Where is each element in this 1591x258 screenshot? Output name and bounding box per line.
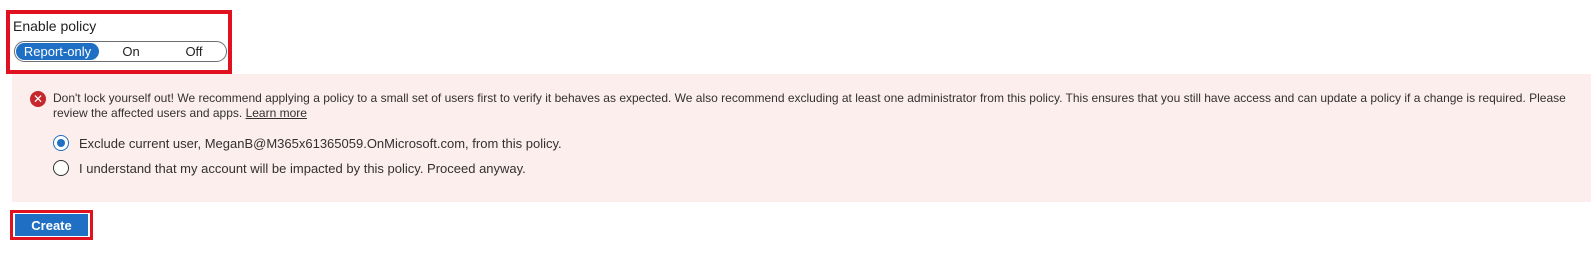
create-button[interactable]: Create: [15, 214, 88, 236]
toggle-option-on[interactable]: On: [99, 43, 163, 60]
radio-label-exclude: Exclude current user, MeganB@M365x613650…: [79, 135, 562, 151]
enable-policy-label: Enable policy: [13, 18, 97, 34]
radio-label-proceed: I understand that my account will be imp…: [79, 160, 526, 176]
learn-more-link[interactable]: Learn more: [246, 106, 307, 120]
radio-proceed-anyway[interactable]: I understand that my account will be imp…: [53, 160, 526, 176]
page: Enable policy Report-only On Off ✕ Don't…: [0, 0, 1591, 258]
toggle-option-report-only[interactable]: Report-only: [16, 43, 99, 60]
enable-policy-toggle[interactable]: Report-only On Off: [14, 41, 227, 62]
radio-button-checked[interactable]: [53, 135, 69, 151]
radio-exclude-current-user[interactable]: Exclude current user, MeganB@M365x613650…: [53, 135, 562, 151]
toggle-option-off[interactable]: Off: [163, 43, 225, 60]
warning-message: Don't lock yourself out! We recommend ap…: [53, 91, 1573, 121]
error-x-icon: ✕: [30, 91, 46, 107]
radio-button-unchecked[interactable]: [53, 160, 69, 176]
